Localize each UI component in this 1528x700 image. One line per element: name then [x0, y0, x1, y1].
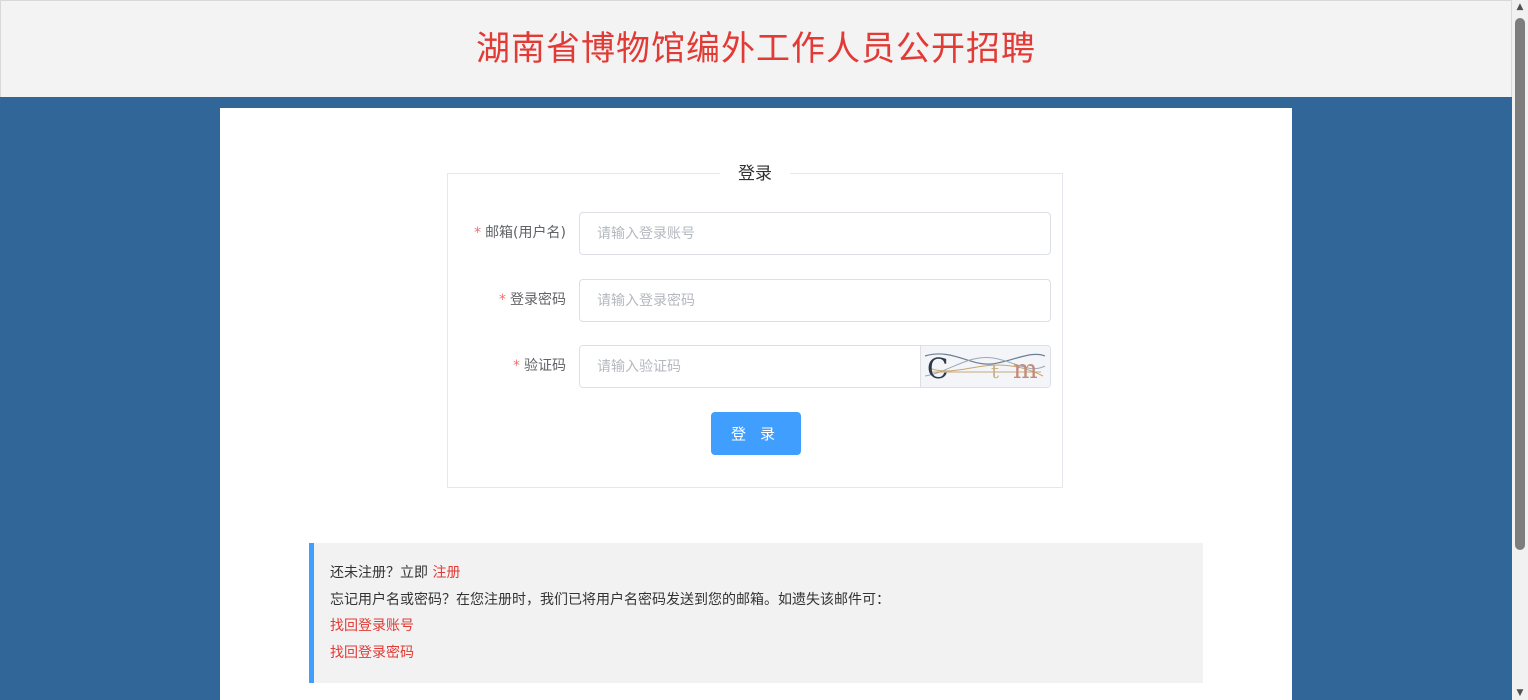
register-hint: 还未注册？立即 注册	[330, 565, 461, 581]
captcha-row: *验证码 C t m	[448, 345, 1064, 388]
help-notice: 还未注册？立即 注册 忘记用户名或密码？在您注册时，我们已将用户名密码发送到您的…	[309, 543, 1203, 683]
login-form: 登录 *邮箱(用户名) *登录密码 *验证码	[447, 162, 1064, 488]
password-input[interactable]	[579, 279, 1051, 322]
email-label: * 邮箱(用户名)	[474, 225, 566, 241]
captcha-char-3: m	[1013, 355, 1038, 385]
password-row: * 登录密码	[448, 279, 1064, 322]
required-mark: *	[474, 225, 482, 241]
register-link[interactable]: 注册	[432, 565, 460, 581]
page-title: 湖南省博物馆编外工作人员公开招聘	[476, 29, 1036, 69]
page: 湖南省博物馆编外工作人员公开招聘 登录 *邮箱(用户名) *登录密码 *验证码	[0, 0, 1512, 700]
captcha-image[interactable]: C t m	[920, 346, 1050, 387]
email-row: * 邮箱(用户名)	[448, 212, 1064, 255]
password-label: * 登录密码	[499, 292, 566, 308]
captcha-graphic: C t m	[924, 352, 1046, 385]
scroll-down-arrow-icon[interactable]: ▼	[1512, 686, 1528, 700]
site-header: 湖南省博物馆编外工作人员公开招聘	[0, 0, 1512, 97]
vertical-scrollbar[interactable]: ▲ ▼	[1512, 0, 1528, 700]
find-account-link[interactable]: 找回登录账号	[330, 618, 414, 634]
scroll-thumb[interactable]	[1515, 18, 1525, 550]
login-button[interactable]: 登录	[711, 412, 801, 455]
required-mark: *	[513, 358, 520, 374]
login-form-title: 登录	[720, 162, 790, 186]
captcha-char-1: C	[927, 352, 948, 385]
find-password-link[interactable]: 找回登录密码	[330, 645, 414, 661]
required-mark: *	[499, 292, 506, 308]
captcha-field: C t m	[579, 345, 1051, 388]
main-content: 登录 *邮箱(用户名) *登录密码 *验证码	[220, 108, 1292, 700]
captcha-char-2: t	[991, 359, 999, 383]
email-input[interactable]	[579, 212, 1051, 255]
captcha-label: * 验证码	[513, 358, 566, 374]
scroll-up-arrow-icon[interactable]: ▲	[1512, 0, 1528, 14]
forgot-hint: 忘记用户名或密码？在您注册时，我们已将用户名密码发送到您的邮箱。如遗失该邮件可：	[330, 591, 890, 608]
captcha-input[interactable]	[580, 346, 922, 387]
